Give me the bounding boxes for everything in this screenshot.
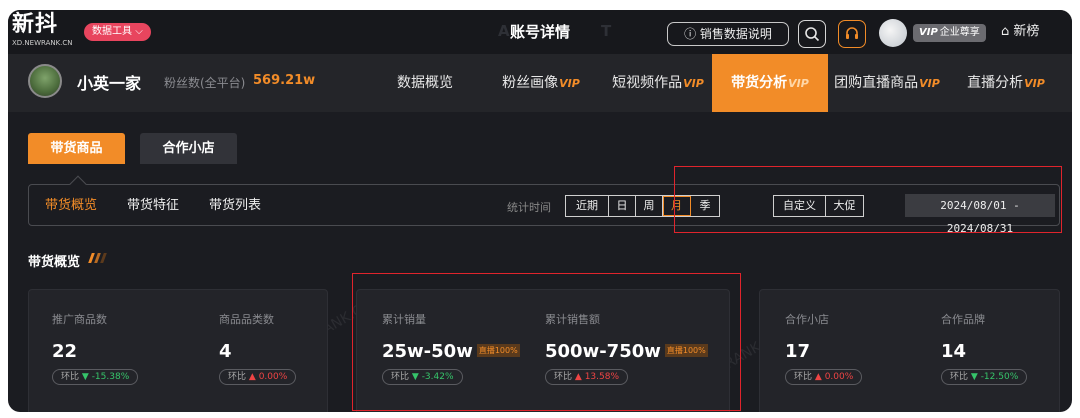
pill-prefix: 环比 [794, 372, 813, 382]
metric-label: 推广商品数 [52, 313, 107, 326]
account-name: 小英一家 [77, 74, 142, 93]
vip-badge[interactable]: VIP 企业尊享 [913, 24, 986, 42]
search-button[interactable] [798, 20, 826, 48]
fans-count-value: 569.21w [253, 73, 316, 88]
period-week[interactable]: 周 [636, 196, 663, 216]
decor-bars-icon [88, 253, 112, 263]
support-button[interactable] [838, 20, 866, 48]
vip-prefix: VIP [919, 27, 938, 38]
metric-label: 商品品类数 [219, 313, 274, 326]
metric-promoted-products: 推广商品数 22 环比 ▼ -15.38% [52, 313, 139, 385]
top-bar: 新抖 XD.NEWRANK.CN 数据工具 ⌵ A T 账号详情 ⓘ 销售数据说… [8, 10, 1072, 54]
tab-sales-analysis[interactable]: 带货分析VIP [712, 54, 828, 112]
vip-tag: VIP [788, 77, 809, 90]
period-day[interactable]: 日 [609, 196, 636, 216]
arrow-down-icon: ▼ [81, 372, 89, 382]
data-tools-label: 数据工具 [92, 26, 132, 37]
newlist-label: 新榜 [1013, 24, 1040, 39]
tab-short-video[interactable]: 短视频作品VIP [603, 54, 713, 112]
filter-tab-features[interactable]: 带货特征 [127, 197, 179, 215]
filter-tab-list[interactable]: 带货列表 [209, 197, 261, 215]
tab-label: 数据概览 [397, 75, 453, 91]
change-value: -12.50% [980, 372, 1019, 382]
change-pill: 环比 ▲ 0.00% [785, 369, 863, 385]
pill-prefix: 环比 [61, 372, 80, 382]
question-circle-icon: ⓘ [684, 27, 697, 41]
arrow-down-icon: ▼ [970, 372, 978, 382]
ghost-letter-t: T [601, 22, 612, 40]
chevron-down-icon: ⌵ [135, 26, 143, 37]
filter-tab-overview[interactable]: 带货概览 [45, 197, 97, 215]
section-title: 带货概览 [28, 255, 81, 270]
logo[interactable]: 新抖 XD.NEWRANK.CN [12, 12, 92, 52]
home-icon: ⌂ [1001, 24, 1010, 39]
data-tools-button[interactable]: 数据工具 ⌵ [84, 23, 151, 41]
metric-value: 4 [219, 341, 232, 362]
logo-text: 新抖 [12, 12, 59, 37]
highlight-box-period [674, 166, 1062, 233]
vip-tag: VIP [683, 77, 704, 90]
vip-tag: VIP [919, 77, 940, 90]
sales-data-explain-label: 销售数据说明 [699, 27, 772, 41]
vip-tag: VIP [1024, 77, 1045, 90]
sales-data-explain-button[interactable]: ⓘ 销售数据说明 [667, 22, 789, 46]
change-pill: 环比 ▲ 0.00% [219, 369, 297, 385]
subtab-partner-shops[interactable]: 合作小店 [140, 133, 237, 164]
tab-data-overview[interactable]: 数据概览 [380, 54, 470, 112]
tab-label: 团购直播商品 [834, 75, 919, 91]
fans-count-label: 粉丝数(全平台) [164, 76, 246, 90]
user-avatar[interactable] [879, 19, 907, 47]
logo-subtext: XD.NEWRANK.CN [12, 39, 73, 47]
app-window: 新抖 XD.NEWRANK.CN 数据工具 ⌵ A T 账号详情 ⓘ 销售数据说… [8, 10, 1072, 412]
change-value: -15.38% [91, 372, 130, 382]
metric-value: 22 [52, 341, 78, 362]
subtab-sales-products[interactable]: 带货商品 [28, 133, 125, 164]
account-avatar [28, 64, 62, 98]
highlight-box-sales [352, 273, 741, 411]
tab-group-live-products[interactable]: 团购直播商品VIP [832, 54, 942, 112]
metric-label: 合作小店 [785, 313, 829, 326]
metric-label: 合作品牌 [941, 313, 985, 326]
change-value: 0.00% [258, 372, 288, 382]
metric-partner-brands: 合作品牌 14 环比 ▼ -12.50% [941, 313, 1028, 385]
arrow-up-icon: ▲ [248, 372, 256, 382]
tab-label: 粉丝画像 [502, 75, 559, 91]
pill-prefix: 环比 [950, 372, 969, 382]
arrow-up-icon: ▲ [814, 372, 822, 382]
change-pill: 环比 ▼ -15.38% [52, 369, 139, 385]
ghost-letter-a: A [498, 22, 510, 40]
change-value: 0.00% [824, 372, 854, 382]
tab-label: 带货分析 [731, 75, 788, 91]
tab-label: 直播分析 [967, 75, 1024, 91]
metric-value: 17 [785, 341, 811, 362]
change-pill: 环比 ▼ -12.50% [941, 369, 1028, 385]
metric-value: 14 [941, 341, 967, 362]
stat-time-label: 统计时间 [507, 201, 551, 214]
pill-prefix: 环比 [228, 372, 247, 382]
account-nav-row: 小英一家 粉丝数(全平台) 569.21w 数据概览 粉丝画像VIP 短视频作品… [8, 54, 1072, 112]
tab-label: 短视频作品 [612, 75, 683, 91]
period-recent[interactable]: 近期 [566, 196, 609, 216]
metric-product-categories: 商品品类数 4 环比 ▲ 0.00% [219, 313, 297, 385]
newlist-link[interactable]: ⌂ 新榜 [1001, 22, 1039, 42]
tab-fans-profile[interactable]: 粉丝画像VIP [491, 54, 591, 112]
vip-tag: VIP [559, 77, 580, 90]
search-icon [805, 27, 820, 42]
vip-badge-label: 企业尊享 [939, 27, 980, 38]
metric-partner-shops: 合作小店 17 环比 ▲ 0.00% [785, 313, 863, 385]
headset-icon [846, 27, 858, 39]
tab-live-analysis[interactable]: 直播分析VIP [956, 54, 1056, 112]
